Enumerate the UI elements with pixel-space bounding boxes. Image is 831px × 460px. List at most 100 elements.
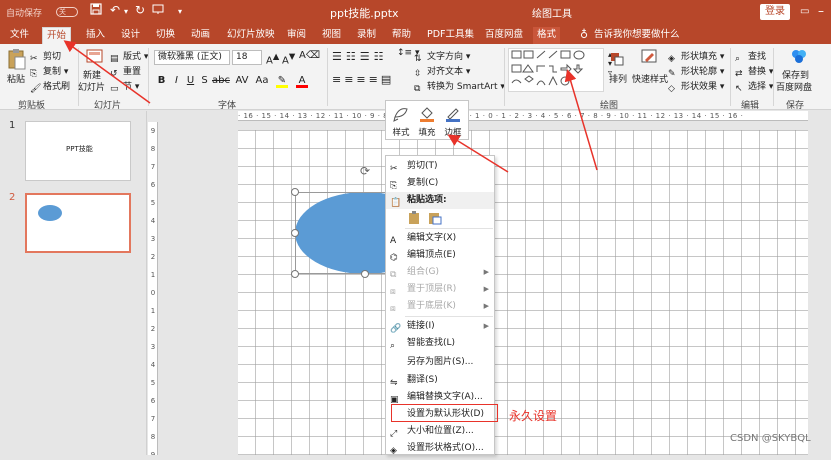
align-text-label: 对齐文本 <box>427 67 464 77</box>
baidu-cloud-icon[interactable] <box>790 48 808 67</box>
tab-baidu-netdisk[interactable]: 百度网盘 <box>481 27 527 44</box>
menu-item-bring-to-front[interactable]: ⧈ 置于顶层(R) ▶ <box>386 281 494 298</box>
undo-dropdown-icon[interactable]: ▾ <box>124 7 128 16</box>
font-color-icon[interactable]: A <box>296 74 308 88</box>
paste-picture-icon[interactable] <box>428 211 442 225</box>
menu-item-edit-points[interactable]: ⌬ 编辑顶点(E) <box>386 247 494 264</box>
group-icon: ⧉ <box>390 270 397 280</box>
resize-handle[interactable] <box>291 270 299 278</box>
bold-button[interactable]: B <box>155 74 168 88</box>
font-name-select[interactable]: 微软雅黑 (正文) <box>154 50 230 65</box>
reset-button[interactable]: ↺ 重置 <box>110 64 141 80</box>
tab-slideshow[interactable]: 幻灯片放映 <box>223 27 279 44</box>
shape-fill-button[interactable]: ◈ 形状填充 ▾ <box>668 49 724 65</box>
menu-item-group[interactable]: ⧉ 组合(G) ▶ <box>386 264 494 281</box>
present-icon[interactable] <box>152 3 164 18</box>
smartart-button[interactable]: ⧉ 转换为 SmartArt ▾ <box>414 79 505 95</box>
format-painter-button[interactable]: 🖌 格式刷 <box>30 79 70 95</box>
login-button[interactable]: 登录 <box>760 4 790 20</box>
rotate-handle-icon[interactable]: ⟳ <box>358 164 372 178</box>
mini-style-button[interactable]: 样式 <box>388 101 414 139</box>
align-buttons[interactable]: ≡≡≡≡▤ <box>332 73 394 86</box>
shape-fill-label: 形状填充 <box>681 52 718 62</box>
highlight-color-icon[interactable]: ✎ <box>276 74 288 88</box>
slides-group-label: 幻灯片 <box>94 101 122 111</box>
replace-button[interactable]: ⇄ 替换 ▾ <box>735 64 773 80</box>
text-direction-button[interactable]: ⇅ 文字方向 ▾ <box>414 49 470 65</box>
menu-item-format-shape[interactable]: ◈ 设置形状格式(O)... <box>386 440 494 457</box>
slide-thumbnail-2[interactable] <box>25 193 131 253</box>
resize-handle[interactable] <box>291 229 299 237</box>
tab-view[interactable]: 视图 <box>318 27 345 44</box>
undo-icon[interactable]: ↶ <box>110 3 120 17</box>
shrink-font-icon[interactable]: A▼ <box>282 51 295 66</box>
find-button[interactable]: ⌕ 查找 <box>735 49 766 65</box>
tab-transitions[interactable]: 切换 <box>152 27 179 44</box>
grow-font-icon[interactable]: A▲ <box>266 51 279 66</box>
list-buttons[interactable]: ☰☷☰☷ <box>332 50 387 63</box>
strikethrough-button[interactable]: abc <box>212 74 230 88</box>
tab-pdf-tools[interactable]: PDF工具集 <box>423 27 478 44</box>
tab-animations[interactable]: 动画 <box>187 27 214 44</box>
tab-insert[interactable]: 插入 <box>82 27 109 44</box>
menu-item-link[interactable]: 🔗 链接(I) ▶ <box>386 318 494 335</box>
shapes-gallery[interactable] <box>508 48 604 92</box>
menu-item-edit-text[interactable]: A 编辑文字(X) <box>386 230 494 247</box>
menu-item-save-as-picture[interactable]: 另存为图片(S)... <box>386 354 494 371</box>
shadow-button[interactable]: S <box>198 74 211 88</box>
minimize-icon[interactable]: – <box>818 4 824 18</box>
autosave-toggle[interactable]: 关 <box>56 7 78 17</box>
shape-effects-button[interactable]: ◇ 形状效果 ▾ <box>668 79 724 95</box>
menu-item-copy[interactable]: ⎘ 复制(C) <box>386 175 494 192</box>
tab-file[interactable]: 文件 <box>6 27 33 44</box>
submenu-arrow-icon: ▶ <box>483 285 489 293</box>
quick-styles-button[interactable]: 快速样式 <box>632 72 668 85</box>
tab-design[interactable]: 设计 <box>117 27 144 44</box>
menu-item-translate[interactable]: ⇋ 翻译(S) <box>386 372 494 389</box>
select-button[interactable]: ↖ 选择 ▾ <box>735 79 773 95</box>
menu-item-size-position[interactable]: ⤢ 大小和位置(Z)... <box>386 423 494 440</box>
ribbon-display-icon[interactable]: ▭ <box>800 6 809 17</box>
new-slide-icon[interactable] <box>86 48 104 69</box>
shape-outline-button[interactable]: ✎ 形状轮廓 ▾ <box>668 64 724 80</box>
tab-format[interactable]: 格式 <box>533 27 561 44</box>
save-icon[interactable] <box>90 3 102 18</box>
tell-me-search[interactable]: 告诉我你想要做什么 <box>590 27 684 44</box>
editing-group-label: 编辑 <box>741 101 760 111</box>
clear-format-icon[interactable]: A⌫ <box>299 50 320 61</box>
arrange-icon[interactable] <box>610 52 624 69</box>
quick-styles-icon[interactable] <box>640 48 658 69</box>
char-spacing-button[interactable]: AV <box>234 74 250 88</box>
save-baidu-label[interactable]: 百度网盘 <box>776 80 812 93</box>
menu-item-smart-lookup[interactable]: ⌕ 智能查找(L) <box>386 335 494 352</box>
slide-thumbnail-1[interactable]: PPT技能 <box>25 121 131 181</box>
paste-icon[interactable] <box>6 48 26 73</box>
paste-button[interactable]: 粘贴 <box>7 72 25 85</box>
new-slide-label2[interactable]: 幻灯片 <box>78 80 105 93</box>
italic-button[interactable]: I <box>170 74 183 88</box>
font-size-select[interactable]: 18 <box>232 50 262 65</box>
tab-record[interactable]: 录制 <box>353 27 380 44</box>
customize-qat-icon[interactable]: ▾ <box>178 7 182 16</box>
mini-outline-button[interactable]: 边框 <box>440 101 466 139</box>
cut-button[interactable]: ✂ 剪切 <box>30 49 61 65</box>
tab-home[interactable]: 开始 <box>42 27 72 44</box>
align-text-button[interactable]: ⇳ 对齐文本 ▾ <box>414 64 470 80</box>
submenu-arrow-icon: ▶ <box>483 302 489 310</box>
section-button[interactable]: ▭ 节 ▾ <box>110 79 139 95</box>
change-case-button[interactable]: Aa <box>254 74 270 88</box>
menu-item-send-to-back[interactable]: ⧈ 置于底层(K) ▶ <box>386 298 494 315</box>
mini-fill-button[interactable]: 填充 <box>414 101 440 139</box>
resize-handle[interactable] <box>291 188 299 196</box>
menu-item-cut[interactable]: ✂ 剪切(T) <box>386 158 494 175</box>
tab-help[interactable]: 帮助 <box>388 27 415 44</box>
redo-icon[interactable]: ↻ <box>135 3 145 17</box>
paste-option-icon[interactable] <box>408 211 422 225</box>
resize-handle[interactable] <box>361 270 369 278</box>
underline-button[interactable]: U <box>184 74 197 88</box>
arrange-button[interactable]: 排列 <box>609 72 627 85</box>
layout-button[interactable]: ▤ 版式 ▾ <box>110 49 148 65</box>
menu-item-label: 组合(G) <box>407 267 439 277</box>
copy-button[interactable]: ⎘ 复制 ▾ <box>30 64 68 80</box>
tab-review[interactable]: 审阅 <box>283 27 310 44</box>
